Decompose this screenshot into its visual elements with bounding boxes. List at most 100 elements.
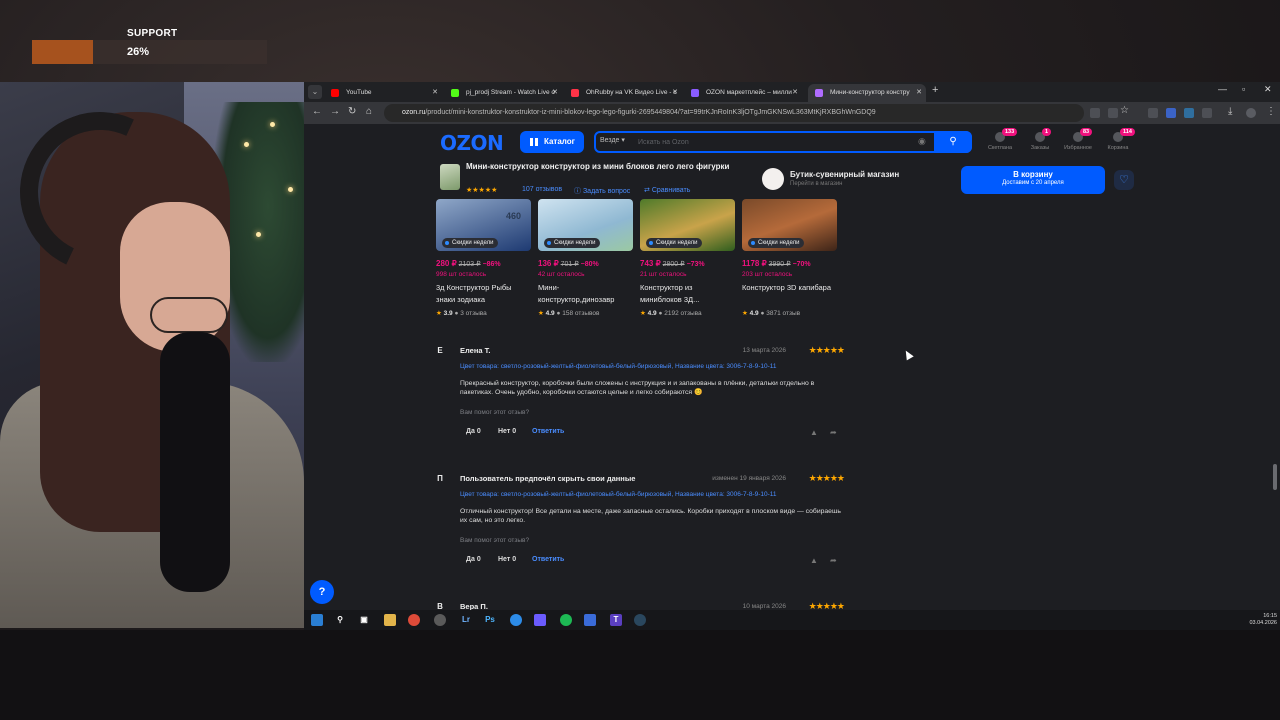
app-icon[interactable] bbox=[510, 614, 522, 626]
review-variant: Цвет товара: светло-розовый-желтый-фиоле… bbox=[460, 491, 777, 498]
search-scope-select[interactable]: Везде ▾ bbox=[600, 136, 625, 144]
close-window-icon[interactable]: ✕ bbox=[1264, 84, 1272, 95]
close-icon[interactable]: ✕ bbox=[552, 84, 558, 102]
close-icon[interactable]: ✕ bbox=[916, 84, 922, 102]
product-card[interactable]: Скидки недели 136 ₽ 701 ₽ −80% 42 шт ост… bbox=[538, 199, 633, 324]
close-icon[interactable]: ✕ bbox=[432, 84, 438, 102]
windows-start-icon[interactable] bbox=[311, 614, 323, 626]
cast-icon[interactable] bbox=[1108, 108, 1118, 118]
tab-search-icon[interactable]: ⌄ bbox=[308, 85, 322, 99]
review-author: Елена Т. bbox=[460, 346, 491, 355]
stream-screen: SUPPORT 26% ⌄ YouTube ✕ pj_prodj Stream … bbox=[0, 0, 1280, 720]
back-icon[interactable]: ← bbox=[312, 106, 322, 117]
search-input[interactable] bbox=[638, 136, 908, 148]
card-rating: ★ 4.9 ● 158 отзывов bbox=[538, 310, 600, 317]
taskbar-clock: 16:15 03.04.2026 bbox=[1249, 613, 1277, 626]
card-price: 1178 ₽ 3990 ₽ −70% bbox=[742, 259, 811, 268]
card-name: 3д Конструктор Рыбы знаки зодиака bbox=[436, 283, 512, 304]
ozon-page: OZON Каталог Везде ▾ ◉ ⚲ 133Скетлана 1За… bbox=[304, 124, 1280, 610]
extension-icon[interactable] bbox=[1166, 108, 1176, 118]
lightroom-icon[interactable]: Lr bbox=[460, 614, 472, 626]
tab-kick[interactable]: pj_prodj Stream - Watch Live o ✕ bbox=[444, 84, 562, 102]
vote-no-button[interactable]: Нет 0 bbox=[498, 428, 516, 435]
card-rating: ★ 3.9 ● 3 отзыва bbox=[436, 310, 487, 317]
new-tab-button[interactable]: + bbox=[932, 84, 938, 96]
home-icon[interactable]: ⌂ bbox=[366, 106, 372, 117]
vote-yes-button[interactable]: Да 0 bbox=[466, 428, 481, 435]
header-favorites[interactable]: 83 Избранное bbox=[1058, 128, 1098, 151]
minimize-icon[interactable]: — bbox=[1218, 84, 1227, 94]
ozon-logo[interactable]: OZON bbox=[440, 131, 504, 155]
catalog-button[interactable]: Каталог bbox=[520, 131, 584, 153]
vote-no-button[interactable]: Нет 0 bbox=[498, 556, 516, 563]
tab-bar: ⌄ YouTube ✕ pj_prodj Stream - Watch Live… bbox=[304, 82, 1280, 102]
ozon-header: OZON Каталог Везде ▾ ◉ ⚲ 133Скетлана 1За… bbox=[304, 124, 1280, 158]
header-profile[interactable]: 133 Скетлана bbox=[980, 128, 1020, 151]
photoshop-icon[interactable]: Ps bbox=[484, 614, 496, 626]
help-button[interactable]: ? bbox=[310, 580, 334, 604]
profile-icon[interactable] bbox=[1246, 108, 1256, 118]
product-card[interactable]: Скидки недели 1178 ₽ 3990 ₽ −70% 203 шт … bbox=[742, 199, 837, 324]
search-icon[interactable]: ⚲ bbox=[334, 614, 346, 626]
compare-link[interactable]: ⇄ Сравнивать bbox=[644, 186, 690, 194]
share-icon[interactable]: ➦ bbox=[830, 428, 837, 437]
reply-button[interactable]: Ответить bbox=[532, 556, 564, 563]
helpful-question: Вам помог этот отзыв? bbox=[460, 537, 530, 544]
address-bar: ← → ↻ ⌂ ozon.ru/product/mini-konstruktor… bbox=[304, 102, 1280, 124]
chrome-icon[interactable] bbox=[408, 614, 420, 626]
star-icon[interactable]: ☆ bbox=[1120, 105, 1129, 116]
grid-app-icon[interactable] bbox=[534, 614, 546, 626]
reload-icon[interactable]: ↻ bbox=[348, 106, 356, 117]
puzzle-icon[interactable] bbox=[1202, 108, 1212, 118]
heart-icon: ♡ bbox=[1119, 174, 1129, 186]
steam-icon[interactable] bbox=[634, 614, 646, 626]
extension-icon[interactable] bbox=[1090, 108, 1100, 118]
header-cart[interactable]: 114 Корзина bbox=[1098, 128, 1138, 151]
download-icon[interactable]: ⤓ bbox=[1228, 106, 1232, 117]
go-to-shop-link[interactable]: Перейти в магазин bbox=[790, 181, 843, 187]
tab-youtube[interactable]: YouTube ✕ bbox=[324, 84, 442, 102]
report-icon[interactable]: ▲ bbox=[810, 428, 818, 437]
header-orders[interactable]: 1 Заказы bbox=[1020, 128, 1060, 151]
close-icon[interactable]: ✕ bbox=[672, 84, 678, 102]
avatar: В bbox=[437, 602, 443, 610]
page-scrollbar[interactable] bbox=[1273, 464, 1277, 490]
review-item: В Вера П. 10 марта 2026 ★★★★★ bbox=[434, 601, 845, 610]
spotify-icon[interactable] bbox=[560, 614, 572, 626]
url-field[interactable]: ozon.ru/product/mini-konstruktor-konstru… bbox=[384, 104, 1084, 122]
favorite-heart-button[interactable]: ♡ bbox=[1114, 170, 1134, 190]
menu-icon[interactable]: ⋮ bbox=[1266, 106, 1276, 117]
card-price: 280 ₽ 2103 ₽ −86% bbox=[436, 259, 501, 268]
product-card[interactable]: Скидки недели 743 ₽ 2800 ₽ −73% 21 шт ос… bbox=[640, 199, 735, 324]
tab-vk-video[interactable]: OhRubby на VK Видео Live - с ✕ bbox=[564, 84, 682, 102]
share-icon[interactable]: ➦ bbox=[830, 556, 837, 565]
extension-icon[interactable] bbox=[1184, 108, 1194, 118]
support-progress-bar bbox=[32, 40, 267, 64]
shop-info[interactable]: Бутик-сувенирный магазин Перейти в магаз… bbox=[760, 168, 910, 196]
close-icon[interactable]: ✕ bbox=[792, 84, 798, 102]
review-variant: Цвет товара: светло-розовый-желтый-фиоле… bbox=[460, 363, 777, 370]
add-to-cart-button[interactable]: В корзину Доставим с 20 апреля bbox=[961, 166, 1105, 194]
forward-icon[interactable]: → bbox=[330, 106, 340, 117]
avatar: П bbox=[437, 474, 443, 483]
extension-icon[interactable] bbox=[1148, 108, 1158, 118]
tab-ozon-home[interactable]: OZON маркетплейс – милли ✕ bbox=[684, 84, 802, 102]
shop-logo bbox=[762, 168, 784, 190]
text-app-icon[interactable]: T bbox=[610, 614, 622, 626]
search-button[interactable]: ⚲ bbox=[934, 131, 972, 153]
maximize-icon[interactable]: ▫ bbox=[1242, 84, 1245, 94]
report-icon[interactable]: ▲ bbox=[810, 556, 818, 565]
camera-icon[interactable]: ◉ bbox=[918, 136, 926, 147]
task-view-icon[interactable]: ▣ bbox=[358, 614, 370, 626]
discount-tag: Скидки недели bbox=[544, 238, 601, 248]
file-explorer-icon[interactable] bbox=[384, 614, 396, 626]
reviews-link[interactable]: 107 отзывов bbox=[522, 186, 562, 193]
obs-icon[interactable] bbox=[434, 614, 446, 626]
vote-yes-button[interactable]: Да 0 bbox=[466, 556, 481, 563]
chart-app-icon[interactable] bbox=[584, 614, 596, 626]
ask-question-link[interactable]: ⓘ Задать вопрос bbox=[574, 186, 630, 196]
reply-button[interactable]: Ответить bbox=[532, 428, 564, 435]
tab-ozon-product[interactable]: Мини-конструктор констру ✕ bbox=[808, 84, 926, 102]
product-card[interactable]: 460 Скидки недели 280 ₽ 2103 ₽ −86% 998 … bbox=[436, 199, 531, 324]
microphone bbox=[160, 332, 230, 592]
